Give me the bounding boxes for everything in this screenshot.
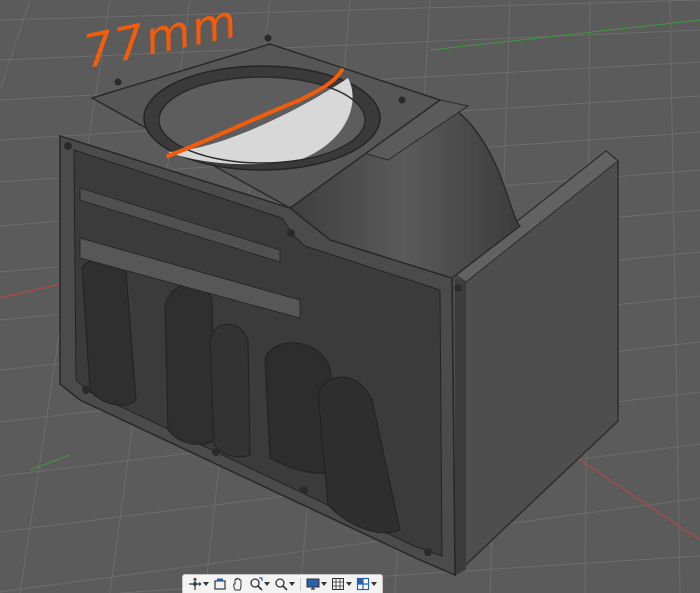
chevron-down-icon <box>264 582 270 586</box>
viewports-icon <box>356 577 370 591</box>
orbit-icon <box>189 577 202 590</box>
viewports-button[interactable] <box>355 576 378 592</box>
chevron-down-icon <box>203 582 209 586</box>
chevron-down-icon <box>321 582 327 586</box>
chevron-down-icon <box>289 582 295 586</box>
chevron-down-icon <box>346 582 352 586</box>
display-settings-icon <box>306 578 320 590</box>
look-at-button[interactable] <box>212 576 228 592</box>
grid-settings-icon <box>332 578 344 590</box>
3d-viewport[interactable]: 77mm <box>0 0 700 593</box>
viewport-canvas[interactable]: 77mm <box>0 0 700 593</box>
pan-button[interactable] <box>230 576 246 592</box>
grid-settings-button[interactable] <box>330 576 353 592</box>
fit-icon <box>275 578 288 591</box>
display-settings-button[interactable] <box>305 576 328 592</box>
fit-button[interactable] <box>273 576 296 592</box>
chevron-down-icon <box>371 582 377 586</box>
zoom-icon <box>250 577 263 591</box>
toolbar-divider <box>300 577 301 591</box>
look-at-icon <box>214 578 226 590</box>
orbit-button[interactable] <box>187 576 210 592</box>
pan-hand-icon <box>233 577 242 591</box>
navigation-toolbar <box>182 574 383 593</box>
zoom-button[interactable] <box>248 576 271 592</box>
